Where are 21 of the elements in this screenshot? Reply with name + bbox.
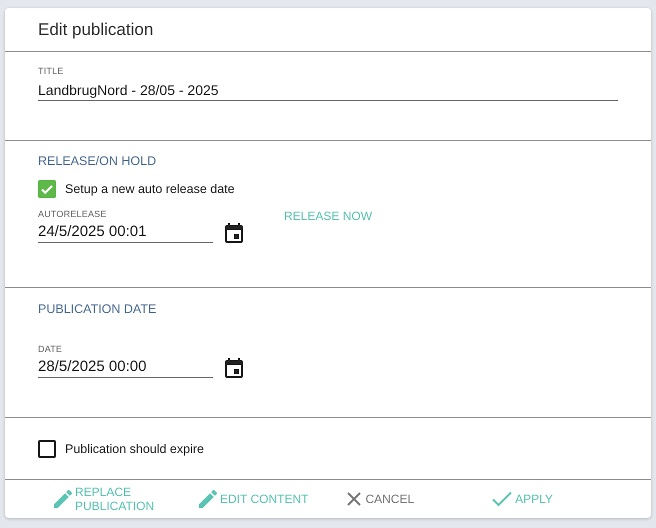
section-heading: PUBLICATION DATE — [38, 302, 158, 316]
pencil-icon — [199, 490, 217, 508]
calendar-icon[interactable] — [225, 357, 243, 378]
checkmark-icon — [492, 491, 512, 507]
section-heading: RELEASE/ON HOLD — [38, 154, 158, 168]
title-field[interactable]: TITLE LandbrugNord - 28/05 - 2025 — [38, 66, 618, 101]
cancel-button[interactable]: CANCEL — [342, 489, 418, 509]
button-label: CANCEL — [365, 492, 414, 506]
checkbox-label: Publication should expire — [65, 442, 204, 456]
date-field[interactable]: DATE 28/5/2025 00:00 — [38, 344, 213, 378]
dialog-title: Edit publication — [38, 20, 154, 40]
button-label: EDIT CONTENT — [220, 492, 308, 506]
button-label: REPLACE PUBLICATION — [75, 485, 155, 513]
checkbox[interactable] — [38, 440, 56, 458]
button-label: APPLY — [515, 492, 553, 506]
autorelease-field[interactable]: AUTORELEASE 24/5/2025 00:01 — [38, 209, 213, 243]
pencil-icon — [54, 490, 72, 508]
checkbox-label: Setup a new auto release date — [65, 182, 235, 196]
checkbox[interactable] — [38, 180, 56, 198]
close-icon — [346, 491, 362, 507]
calendar-icon[interactable] — [225, 222, 243, 243]
